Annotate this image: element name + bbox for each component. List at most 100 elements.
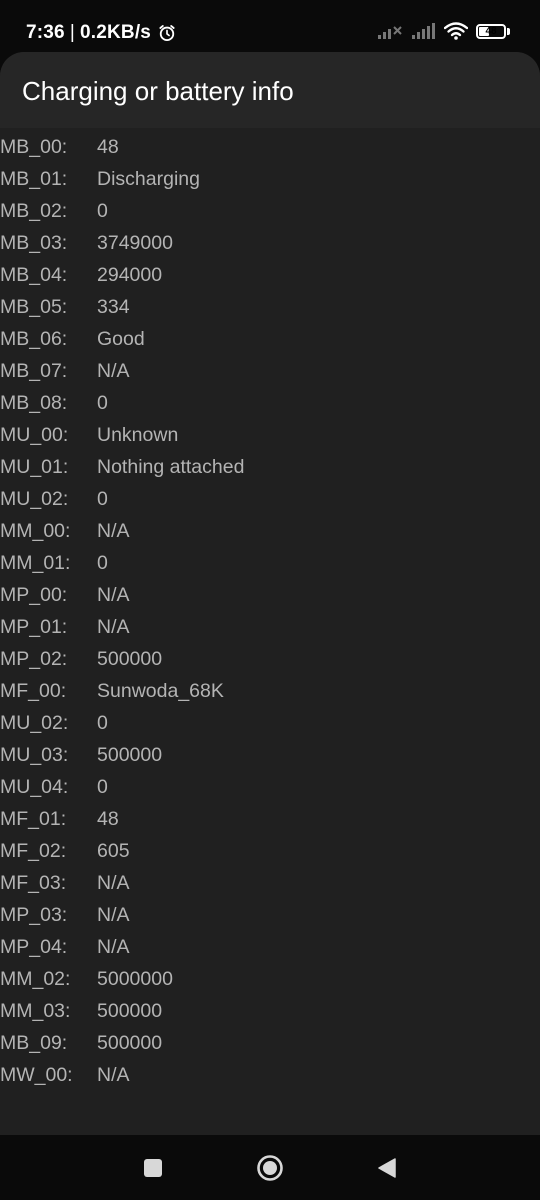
info-row: MM_00: N/A: [0, 515, 540, 547]
info-value: 48: [97, 136, 119, 158]
info-row: MP_02: 500000: [0, 643, 540, 675]
home-button[interactable]: [256, 1154, 284, 1187]
info-value: 500000: [97, 648, 163, 670]
info-row: MF_02: 605: [0, 835, 540, 867]
info-key: MB_05:: [0, 296, 68, 318]
clock: 7:36: [26, 22, 65, 43]
info-value: 500000: [97, 744, 163, 766]
battery-indicator: 48: [476, 23, 510, 39]
info-row: MB_06: Good: [0, 323, 540, 355]
info-key: MP_02:: [0, 648, 68, 670]
info-value: 605: [97, 840, 130, 862]
network-speed: 0.2KB/s: [79, 22, 152, 43]
cellular-signal-2-icon: [412, 23, 435, 39]
info-value: 0: [97, 552, 108, 574]
info-row: MB_09: 500000: [0, 1027, 540, 1059]
info-row: MP_00: N/A: [0, 579, 540, 611]
info-row: MB_07: N/A: [0, 355, 540, 387]
wifi-icon: [444, 22, 468, 40]
info-value: 3749000: [97, 232, 173, 254]
info-key: MP_00:: [0, 584, 68, 606]
info-key: MB_00:: [0, 136, 68, 158]
info-row: MU_01: Nothing attached: [0, 451, 540, 483]
info-value: N/A: [97, 1064, 130, 1086]
info-row: MU_00: Unknown: [0, 419, 540, 451]
info-row: MM_02: 5000000: [0, 963, 540, 995]
info-value: N/A: [97, 584, 130, 606]
info-row: MW_00: N/A: [0, 1059, 540, 1091]
info-value: 48: [97, 808, 119, 830]
recents-square-icon: [144, 1159, 162, 1177]
info-row: MP_04: N/A: [0, 931, 540, 963]
info-value: N/A: [97, 360, 130, 382]
info-row: MM_01: 0: [0, 547, 540, 579]
battery-icon: 48: [476, 23, 506, 39]
info-value: N/A: [97, 936, 130, 958]
info-value: 334: [97, 296, 130, 318]
info-row: MB_05: 334: [0, 291, 540, 323]
info-key: MM_03:: [0, 1000, 71, 1022]
info-key: MP_04:: [0, 936, 68, 958]
info-value: Discharging: [97, 168, 200, 190]
info-key: MB_06:: [0, 328, 68, 350]
info-value: 0: [97, 200, 108, 222]
info-row: MU_02: 0: [0, 483, 540, 515]
info-key: MB_07:: [0, 360, 68, 382]
status-separator: |: [69, 22, 75, 43]
info-key: MU_04:: [0, 776, 69, 798]
info-row: MF_03: N/A: [0, 867, 540, 899]
info-key: MU_02:: [0, 712, 69, 734]
info-row: MM_03: 500000: [0, 995, 540, 1027]
back-triangle-icon: [378, 1158, 396, 1178]
info-key: MP_03:: [0, 904, 68, 926]
info-key: MF_02:: [0, 840, 67, 862]
status-left: 7:36 | 0.2KB/s: [26, 22, 177, 44]
info-row: MU_03: 500000: [0, 739, 540, 771]
info-value: Nothing attached: [97, 456, 245, 478]
dialog-title: Charging or battery info: [22, 75, 294, 106]
info-key: MB_04:: [0, 264, 68, 286]
info-row: MB_00: 48: [0, 131, 540, 163]
info-list[interactable]: MB_00: 48 MB_01: Discharging MB_02: 0 MB_03: 37…: [0, 128, 540, 1091]
battery-level-text: 48: [485, 25, 497, 37]
dialog-header: Charging or battery info: [0, 52, 540, 128]
info-row: MB_01: Discharging: [0, 163, 540, 195]
info-key: MB_02:: [0, 200, 68, 222]
info-key: MW_00:: [0, 1064, 73, 1086]
info-value: 0: [97, 712, 108, 734]
back-button[interactable]: [376, 1157, 398, 1184]
screen: 7:36 | 0.2KB/s 48 Charging or battery in…: [0, 0, 540, 1200]
cellular-signal-1-icon: [378, 26, 402, 39]
battery-info-dialog: Charging or battery info MB_00: 48 MB_01: D…: [0, 52, 540, 1135]
info-value: N/A: [97, 616, 130, 638]
info-value: Sunwoda_68K: [97, 680, 224, 702]
info-row: MB_03: 3749000: [0, 227, 540, 259]
info-key: MF_03:: [0, 872, 67, 894]
info-key: MB_03:: [0, 232, 68, 254]
info-key: MM_00:: [0, 520, 71, 542]
recents-button[interactable]: [143, 1158, 163, 1183]
info-key: MF_00:: [0, 680, 67, 702]
info-key: MU_00:: [0, 424, 69, 446]
alarm-icon: [159, 25, 175, 41]
battery-cap: [507, 27, 510, 35]
info-value: 500000: [97, 1032, 163, 1054]
info-row: MP_03: N/A: [0, 899, 540, 931]
info-value: 294000: [97, 264, 163, 286]
info-value: 0: [97, 776, 108, 798]
home-circle-icon: [257, 1155, 283, 1181]
info-row: MU_02: 0: [0, 707, 540, 739]
info-row: MB_02: 0: [0, 195, 540, 227]
info-value: N/A: [97, 904, 130, 926]
navigation-bar: [0, 1135, 540, 1200]
info-key: MB_01:: [0, 168, 68, 190]
info-value: 5000000: [97, 968, 173, 990]
info-key: MF_01:: [0, 808, 67, 830]
info-key: MU_01:: [0, 456, 69, 478]
info-value: 0: [97, 392, 108, 414]
info-row: MB_08: 0: [0, 387, 540, 419]
info-value: 500000: [97, 1000, 163, 1022]
info-value: 0: [97, 488, 108, 510]
info-value: N/A: [97, 872, 130, 894]
info-key: MB_08:: [0, 392, 68, 414]
